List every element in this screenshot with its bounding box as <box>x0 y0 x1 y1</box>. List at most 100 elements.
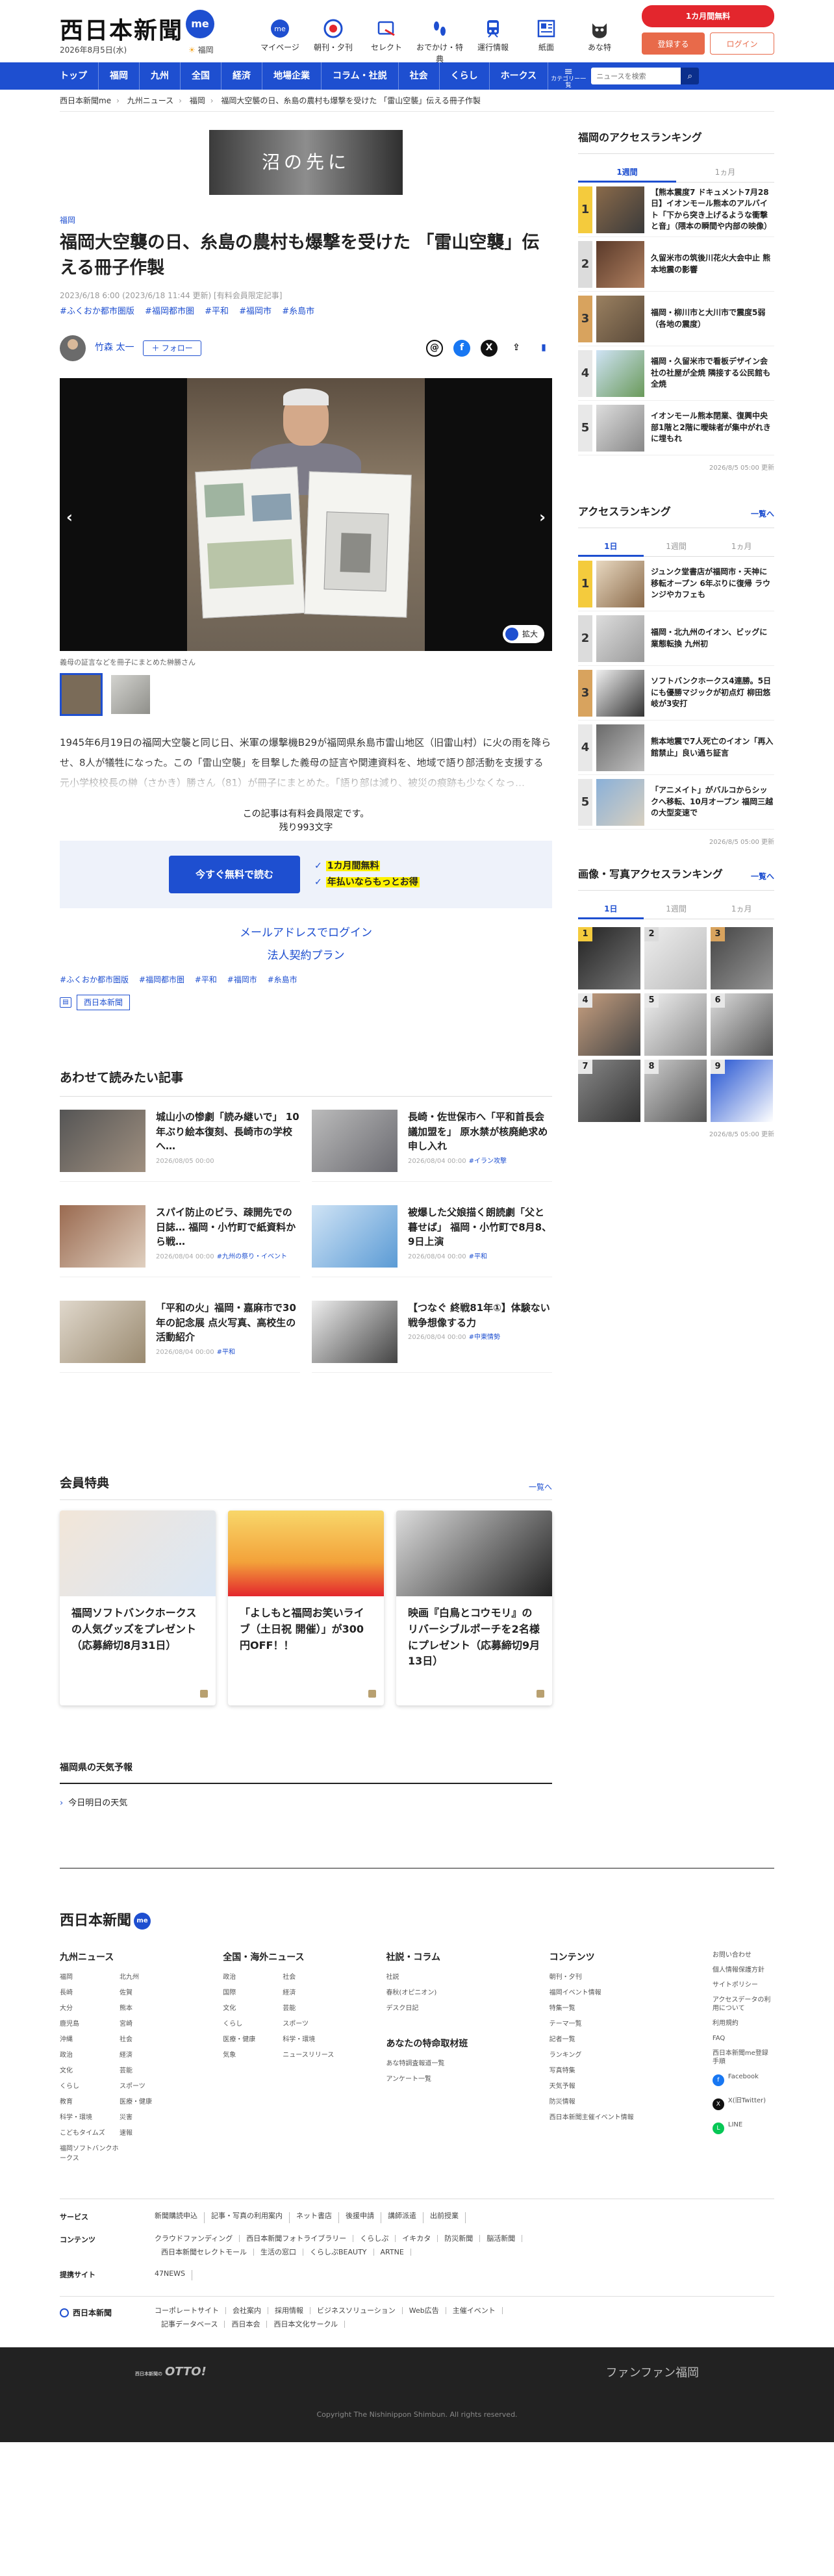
content-link[interactable]: 防災新聞 <box>438 2234 481 2242</box>
tag-link[interactable]: #福岡市 <box>227 975 257 984</box>
corporate-link[interactable]: 記事データベース <box>155 2321 225 2328</box>
photo-item[interactable]: 5 <box>644 993 707 1056</box>
footer-link[interactable]: テーマ一覧 <box>550 2019 666 2035</box>
related-item[interactable]: 長崎・佐世保市へ「平和首長会議加盟を」 原水禁が核廃絶求め申し入れ 2026/08… <box>312 1110 552 1182</box>
footer-link[interactable]: あな特調査報道一覧 <box>386 2059 503 2074</box>
service-link[interactable]: 後援申請 <box>339 2212 381 2223</box>
perk-card[interactable]: 「よしもと福岡お笑いライブ（土日祝 開催）」が300円OFF！！ <box>228 1510 384 1705</box>
footer-link[interactable]: 芸能 <box>283 2004 342 2019</box>
follow-button[interactable]: ＋ フォロー <box>143 340 201 356</box>
tag-link[interactable]: #平和 <box>205 307 229 316</box>
corporate-plan-link[interactable]: 法人契約プラン <box>60 948 552 965</box>
footer-link[interactable]: 写真特集 <box>550 2066 666 2082</box>
footer-link[interactable]: 大分 <box>60 2004 120 2019</box>
content-link[interactable]: 西日本新聞フォトライブラリー <box>240 2234 354 2242</box>
ranking-item[interactable]: 5 イオンモール熊本閉業、復興中央部1階と2階に曖昧者が集中がれきに埋もれ <box>578 401 774 455</box>
zoom-button[interactable]: 拡大 <box>502 624 544 643</box>
footer-link[interactable]: 朝刊・夕刊 <box>550 1972 666 1988</box>
thumbnail[interactable] <box>109 673 152 717</box>
author-name[interactable]: 竹森 太一 <box>95 341 134 355</box>
footer-link[interactable]: 文化 <box>223 2004 283 2019</box>
footer-link[interactable]: 福岡イベント情報 <box>550 1988 666 2004</box>
sns-facebook[interactable]: f Facebook <box>712 2072 774 2087</box>
x-icon[interactable]: X <box>481 339 498 357</box>
content-link[interactable]: 生活の窓口 <box>254 2248 303 2256</box>
tab-1week[interactable]: 1週間 <box>643 536 709 557</box>
content-link[interactable]: 西日本新聞セレクトモール <box>155 2248 254 2256</box>
email-login-link[interactable]: メールアドレスでログイン <box>60 925 552 942</box>
photo-item[interactable]: 6 <box>711 993 773 1056</box>
footer-link[interactable]: ニュースリリース <box>283 2050 342 2066</box>
photo-gallery[interactable]: ‹ › 拡大 <box>60 377 552 651</box>
footer-link[interactable]: 熊本 <box>120 2004 179 2019</box>
footer-link[interactable]: 社会 <box>120 2035 179 2050</box>
related-item[interactable]: スパイ防止のビラ、疎開先での日誌… 福岡・小竹町で紙資料から戦… 2026/08/… <box>60 1205 300 1278</box>
sns-x[interactable]: X X(旧Twitter) <box>712 2097 774 2111</box>
footer-link[interactable]: 社説 <box>386 1972 503 1988</box>
footer-link[interactable]: くらし <box>60 2082 120 2097</box>
footer-info-link[interactable]: 西日本新聞me登録手順 <box>713 2049 774 2066</box>
ranking-item[interactable]: 2 久留米市の筑後川花火大会中止 熊本地震の影響 <box>578 237 774 292</box>
register-button[interactable]: 登録する <box>642 32 705 55</box>
footer-info-link[interactable]: FAQ <box>713 2034 774 2043</box>
ranking-item[interactable]: 1 ジュンク堂書店が福岡市・天神に移転オープン 6年ぶりに復帰 ラウンジやカフェも <box>578 557 774 611</box>
fanfun-logo[interactable]: ファンファン福岡 <box>606 2364 699 2382</box>
footer-link[interactable]: こどもタイムズ <box>60 2128 120 2144</box>
threads-icon[interactable]: @ <box>426 339 443 357</box>
photo-item[interactable]: 8 <box>644 1060 707 1122</box>
footer-logo[interactable]: 西日本新聞 me <box>60 1910 774 1932</box>
corporate-link[interactable]: 採用情報 <box>268 2307 310 2315</box>
footer-link[interactable]: 西日本新聞主催イベント情報 <box>550 2113 666 2128</box>
ranking-item[interactable]: 2 福岡・北九州のイオン、ビッグに業態転換 九州初 <box>578 611 774 666</box>
footer-info-link[interactable]: サイトポリシー <box>713 1981 774 1989</box>
search-button[interactable]: ⌕ <box>681 68 700 84</box>
facebook-icon[interactable]: f <box>453 339 470 357</box>
gallery-prev-icon[interactable]: ‹ <box>66 505 73 529</box>
related-item[interactable]: 「平和の火」福岡・嘉麻市で30年の記念展 点火写真、高校生の活動紹介 2026/0… <box>60 1301 300 1373</box>
content-link[interactable]: クラウドファンディング <box>155 2234 240 2242</box>
header-weather[interactable]: ☀ 福岡 <box>188 44 214 56</box>
tab-1month[interactable]: 1ヵ月 <box>676 162 774 183</box>
service-link[interactable]: 出前授業 <box>423 2212 466 2223</box>
footer-link[interactable]: 経済 <box>120 2050 179 2066</box>
otto-logo[interactable]: 西日本新聞の OTTO! <box>135 2363 207 2380</box>
tab-1month[interactable]: 1ヵ月 <box>709 536 775 557</box>
footer-link[interactable]: 科学・環境 <box>283 2035 342 2050</box>
photo-item[interactable]: 2 <box>644 927 707 989</box>
corporate-link[interactable]: 西日本文化サークル <box>267 2321 346 2328</box>
corporate-link[interactable]: Web広告 <box>403 2307 446 2315</box>
header-nav-select[interactable]: セレクト <box>361 17 412 65</box>
nav-economy[interactable]: 経済 <box>221 62 262 90</box>
tag-link[interactable]: #福岡市 <box>239 307 272 316</box>
footer-link[interactable]: 文化 <box>60 2066 120 2082</box>
corporate-link[interactable]: 西日本会 <box>225 2321 268 2328</box>
login-button[interactable]: ログイン <box>710 32 774 55</box>
footer-info-link[interactable]: 利用規約 <box>713 2019 774 2028</box>
corporate-link[interactable]: ビジネスソリューション <box>310 2307 403 2315</box>
related-item[interactable]: 城山小の惨劇「読み継いで」 10年ぶり絵本復刻、長崎市の学校へ… 2026/08/… <box>60 1110 300 1182</box>
footer-link[interactable]: 沖縄 <box>60 2035 120 2050</box>
footer-link[interactable]: 社会 <box>283 1972 342 1988</box>
footer-link[interactable]: 福岡ソフトバンクホークス <box>60 2144 120 2162</box>
footer-link[interactable]: 医療・健康 <box>223 2035 283 2050</box>
header-nav-paper[interactable]: 朝刊・夕刊 <box>308 17 359 65</box>
ranking-item[interactable]: 4 福岡・久留米市で看板デザイン会社の社屋が全焼 隣接する公民館も全焼 <box>578 346 774 401</box>
tab-1month[interactable]: 1ヵ月 <box>709 899 775 919</box>
nav-kyushu[interactable]: 九州 <box>140 62 181 90</box>
nav-life[interactable]: くらし <box>440 62 490 90</box>
ad-banner[interactable]: 沼の先に <box>209 130 403 195</box>
tab-1day[interactable]: 1日 <box>578 536 644 557</box>
perk-card[interactable]: 福岡ソフトバンクホークスの人気グッズをプレゼント（応募締切8月31日） <box>60 1510 216 1705</box>
tag-link[interactable]: #平和 <box>195 975 217 984</box>
related-item[interactable]: 被爆した父娘描く朗読劇「父と暮せば」 福岡・小竹町で8月8、9日上演 2026/0… <box>312 1205 552 1278</box>
service-link[interactable]: 新聞購読申込 <box>155 2212 205 2223</box>
share-icon[interactable]: ⇪ <box>508 340 525 357</box>
free-trial-banner[interactable]: 1カ月間無料 <box>642 5 774 27</box>
related-item[interactable]: 【つなぐ 終戦81年①】体験ない戦争想像する力 2026/08/04 00:00 #… <box>312 1301 552 1373</box>
nav-hawks[interactable]: ホークス <box>490 62 549 90</box>
footer-link[interactable]: くらし <box>223 2019 283 2035</box>
photo-item[interactable]: 3 <box>711 927 773 989</box>
photo-item[interactable]: 4 <box>578 993 640 1056</box>
photo-item[interactable]: 1 <box>578 927 640 989</box>
footer-link[interactable]: 速報 <box>120 2128 179 2144</box>
